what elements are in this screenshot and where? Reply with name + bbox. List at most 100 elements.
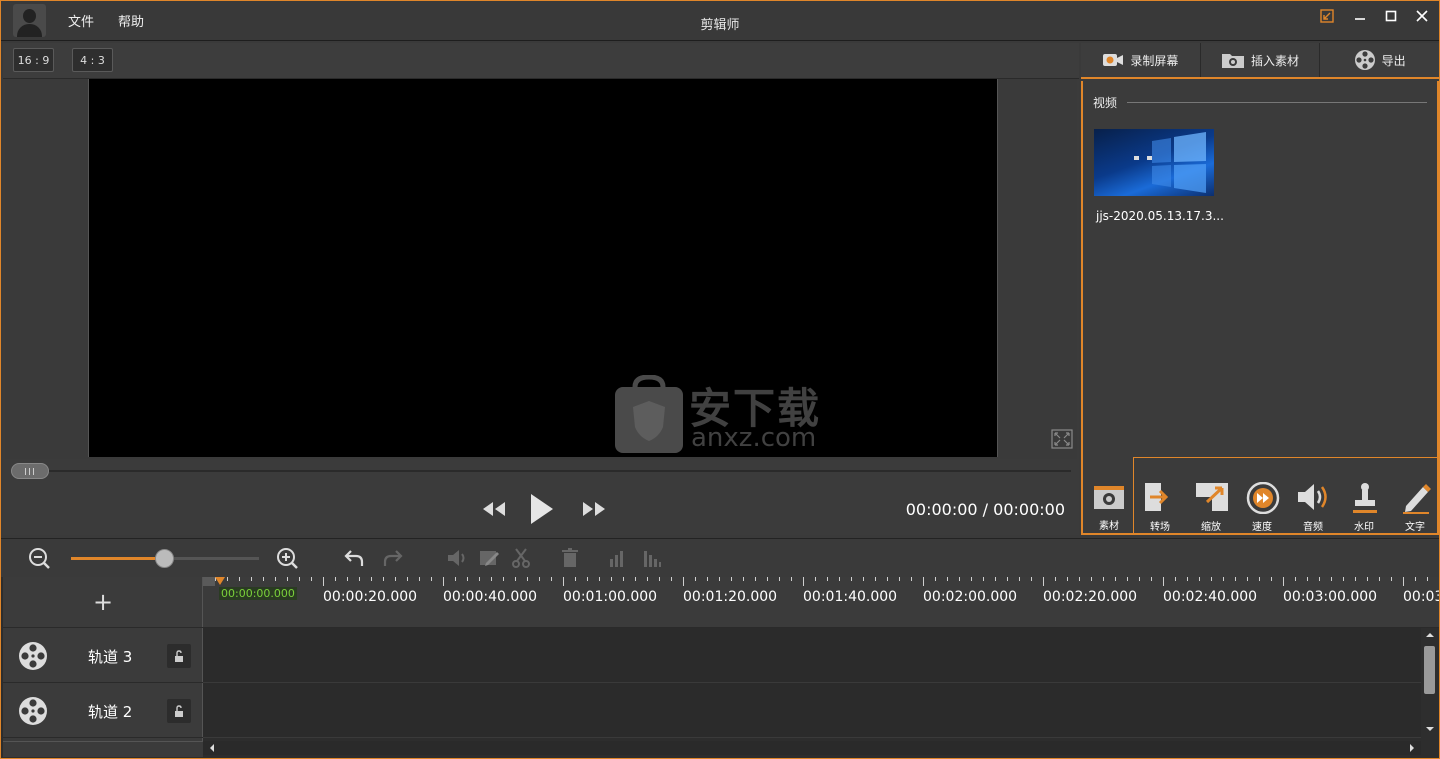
zoom-arrows-icon (1196, 483, 1228, 511)
tool-speed[interactable]: 速度 (1238, 482, 1286, 534)
tool-watermark-label: 水印 (1354, 522, 1374, 533)
preview-panel: 16 : 9 4 : 3 安下载 anxz.com 00:00:00 / 00:… (3, 43, 1079, 535)
tool-material-label: 素材 (1099, 521, 1119, 532)
play-icon[interactable] (527, 492, 557, 526)
section-divider (1127, 102, 1427, 103)
tool-zoom-label: 缩放 (1201, 522, 1221, 533)
track-header: 轨道 2 (3, 683, 203, 738)
delete-icon[interactable] (559, 547, 581, 569)
tool-text[interactable]: 文字 (1391, 482, 1439, 534)
restore-mini-icon[interactable] (1318, 7, 1336, 25)
ruler-label: 00:02:00.000 (923, 589, 1018, 605)
ruler-label: 00:02:20.000 (1043, 589, 1138, 605)
time-ruler[interactable]: 00:00:00.000 00:00:20.000 00:00:40.000 0… (203, 577, 1439, 628)
pencil-icon (1403, 484, 1431, 514)
current-time: 00:00:00.000 (219, 587, 297, 600)
scroll-left-icon[interactable] (207, 741, 217, 755)
time-readout: 00:00:00 / 00:00:00 (905, 500, 1065, 519)
minimize-icon[interactable] (1351, 7, 1369, 25)
fast-forward-icon[interactable] (579, 492, 609, 526)
ratio-16-9-button[interactable]: 16 : 9 (13, 48, 54, 72)
timeline: + 轨道 3 轨道 2 00:00:00.000 00:00:20.000 00… (1, 577, 1439, 758)
app-title: 剪辑师 (700, 18, 740, 33)
track-name: 轨道 3 (88, 648, 133, 666)
mute-icon[interactable] (446, 547, 468, 569)
ruler-label: 00:01:40.000 (803, 589, 898, 605)
track-headers: + 轨道 3 轨道 2 (3, 577, 203, 741)
record-screen-button[interactable]: 录制屏幕 (1081, 43, 1201, 77)
track-name: 轨道 2 (88, 703, 133, 721)
speed-icon (1246, 482, 1280, 514)
track-header-footer (3, 741, 203, 757)
zoom-out-icon[interactable] (28, 547, 50, 569)
stamp-icon (1353, 483, 1377, 513)
transition-icon (1145, 483, 1177, 511)
ruler-label: 00:03:00.000 (1283, 589, 1378, 605)
record-screen-label: 录制屏幕 (1130, 53, 1179, 68)
shield-bag-icon (615, 374, 683, 453)
camera-record-icon (1103, 54, 1124, 66)
ruler-label: 00:00:40.000 (443, 589, 538, 605)
app-window: 文件 帮助 剪辑师 16 : 9 4 : 3 安下载 anxz.com 00:0… (0, 0, 1440, 759)
scroll-up-icon[interactable] (1421, 630, 1439, 640)
export-button[interactable]: 导出 (1320, 43, 1439, 77)
folder-camera-icon (1222, 54, 1244, 68)
title-bar: 文件 帮助 剪辑师 (1, 1, 1439, 41)
playhead-marker[interactable] (203, 577, 227, 587)
right-tabs: 录制屏幕 插入素材 导出 (1081, 43, 1439, 79)
scroll-down-icon[interactable] (1421, 724, 1439, 734)
tool-audio[interactable]: 音频 (1289, 482, 1337, 534)
tool-group: 转场 缩放 速度 音频 水印 文字 (1133, 457, 1439, 535)
seek-handle[interactable] (11, 463, 49, 479)
track-lock-button[interactable] (167, 644, 191, 668)
folder-camera-icon (1094, 486, 1124, 509)
cut-icon[interactable] (510, 547, 532, 569)
add-track-button[interactable]: + (3, 577, 203, 628)
tool-zoom[interactable]: 缩放 (1187, 482, 1235, 534)
track-header: 轨道 3 (3, 628, 203, 683)
ruler-label: 00:01:20.000 (683, 589, 778, 605)
vertical-scroll-thumb[interactable] (1424, 646, 1435, 694)
transport-controls: 00:00:00 / 00:00:00 (3, 483, 1079, 535)
preview-stage: 安下载 anxz.com (5, 79, 1077, 459)
tool-watermark[interactable]: 水印 (1340, 482, 1388, 534)
rewind-icon[interactable] (479, 492, 509, 526)
timeline-zoom-handle[interactable] (155, 549, 174, 568)
insert-material-label: 插入素材 (1251, 53, 1300, 68)
material-library: 视频 jjs-2020.05.13.17.3... (1081, 81, 1439, 457)
tool-material[interactable]: 素材 (1085, 481, 1133, 533)
track-lane[interactable] (203, 683, 1421, 738)
insert-material-button[interactable]: 插入素材 (1201, 43, 1321, 77)
speaker-icon (1298, 484, 1327, 510)
tool-panel: 素材 转场 缩放 速度 音频 水印 文字 (1081, 457, 1439, 535)
ratio-4-3-button[interactable]: 4 : 3 (72, 48, 113, 72)
tool-speed-label: 速度 (1252, 522, 1272, 533)
edit-toolbar (1, 538, 1439, 576)
track-lane[interactable] (203, 628, 1421, 683)
horizontal-scrollbar[interactable] (203, 741, 1421, 755)
maximize-icon[interactable] (1382, 7, 1400, 25)
scroll-right-icon[interactable] (1407, 741, 1417, 755)
levels-icon[interactable] (641, 547, 663, 569)
fullscreen-icon[interactable] (1051, 429, 1073, 449)
ruler-ticks (203, 577, 1428, 586)
undo-icon[interactable] (343, 547, 365, 569)
seek-bar[interactable] (11, 463, 1071, 479)
ratio-bar: 16 : 9 4 : 3 (3, 43, 1079, 79)
audio-bars-icon[interactable] (606, 547, 628, 569)
section-title-video: 视频 (1093, 96, 1118, 110)
export-label: 导出 (1381, 53, 1406, 68)
tool-transition[interactable]: 转场 (1136, 482, 1184, 534)
media-thumbnail[interactable] (1094, 129, 1214, 196)
film-reel-icon (1354, 50, 1375, 70)
unlock-icon (175, 705, 183, 717)
vertical-scrollbar[interactable] (1421, 628, 1439, 740)
zoom-in-icon[interactable] (276, 547, 298, 569)
track-lock-button[interactable] (167, 699, 191, 723)
watermark-url: anxz.com (691, 423, 817, 453)
close-icon[interactable] (1413, 7, 1431, 25)
edit-clip-icon[interactable] (478, 547, 500, 569)
redo-icon[interactable] (382, 547, 404, 569)
right-panel: 录制屏幕 插入素材 导出 视频 jjs-2020.05.13.17.3... 素… (1081, 43, 1439, 535)
film-reel-icon (19, 697, 47, 725)
